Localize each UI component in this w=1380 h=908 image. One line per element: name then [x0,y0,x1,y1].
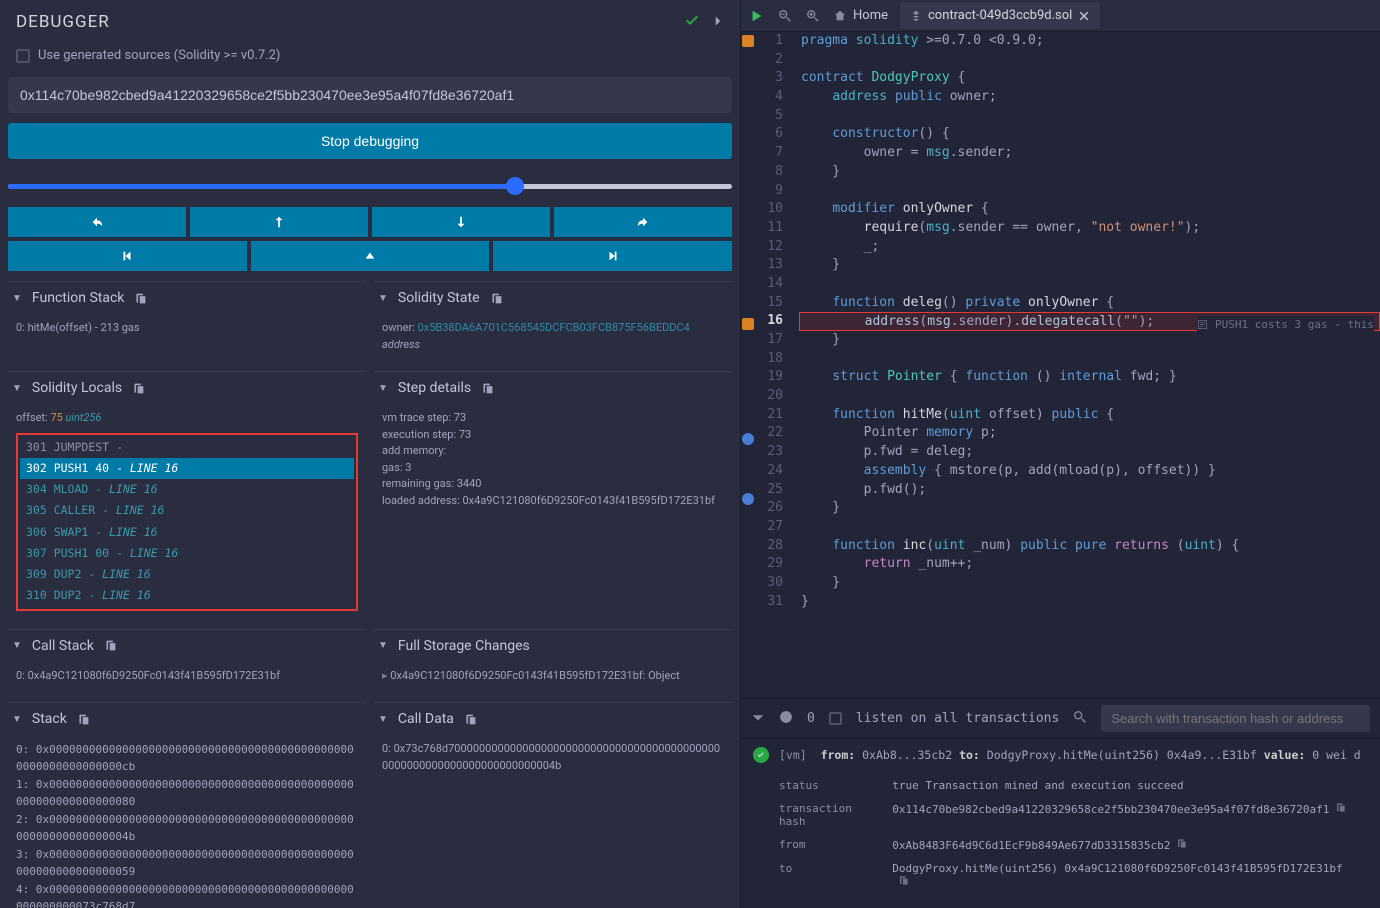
stack-header[interactable]: ▼ Stack [8,702,366,735]
copy-icon[interactable] [481,382,494,395]
terminal-search-input[interactable] [1101,705,1370,732]
step-back-button[interactable] [8,207,186,237]
use-generated-sources-label: Use generated sources (Solidity >= v0.7.… [38,48,280,63]
opcode-row[interactable]: 309 DUP2 - LINE 16 [20,564,354,585]
transaction-hash-input[interactable] [8,77,732,113]
jump-prev-button[interactable] [8,241,247,271]
home-tab[interactable]: Home [833,8,888,23]
step-details-panel: ▼ Step details vm trace step: 73 executi… [374,371,732,621]
step-slider[interactable] [8,179,732,193]
terminal-clear-icon[interactable] [779,710,793,727]
run-icon[interactable] [749,8,765,24]
stack-row: 2: 0x00000000000000000000000000000000000… [16,811,358,846]
terminal-toggle-icon[interactable] [751,710,765,727]
check-icon[interactable] [684,13,700,32]
terminal: 0 listen on all transactions [vm] from: … [741,698,1380,908]
editor-tabs: Home contract-049d3ccb9d.sol [741,0,1380,32]
copy-icon[interactable] [132,382,145,395]
stop-debugging-button[interactable]: Stop debugging [8,123,732,159]
transaction-log-line[interactable]: [vm] from: 0xAb8...35cb2 to: DodgyProxy.… [753,747,1368,763]
breakpoint-button[interactable] [251,241,490,271]
opcode-row[interactable]: 310 DUP2 - LINE 16 [20,585,354,606]
solidity-state-header[interactable]: ▼ Solidity State [374,281,732,314]
opcode-row[interactable]: 304 MLOAD - LINE 16 [20,479,354,500]
chevron-right-icon[interactable] [712,15,724,30]
breakpoint-marker[interactable] [742,493,754,505]
debugger-title: DEBUGGER [16,12,110,32]
pending-count: 0 [807,711,815,726]
call-stack-header[interactable]: ▼ Call Stack [8,629,366,662]
stack-row: 3: 0x00000000000000000000000000000000000… [16,846,358,881]
call-data-header[interactable]: ▼ Call Data [374,702,732,735]
stack-panel: ▼ Stack 0: 0x000000000000000000000000000… [8,702,366,908]
full-storage-panel: ▼ Full Storage Changes ▸ 0x4a9C121080f6D… [374,629,732,695]
copy-icon[interactable] [490,292,503,305]
stack-row: 0: 0x00000000000000000000000000000000000… [16,741,358,776]
copy-icon[interactable] [134,292,147,305]
solidity-locals-panel: ▼ Solidity Locals offset: 75 uint256 301… [8,371,366,621]
use-generated-sources-checkbox[interactable] [16,49,30,63]
opcode-row[interactable]: 302 PUSH1 40 - LINE 16 [20,458,354,479]
zoom-out-icon[interactable] [777,8,793,24]
opcode-list: 301 JUMPDEST -302 PUSH1 40 - LINE 16304 … [16,433,358,611]
step-down-button[interactable] [372,207,550,237]
stack-row: 1: 0x00000000000000000000000000000000000… [16,776,358,811]
search-icon[interactable] [1073,710,1087,727]
opcode-row[interactable]: 306 SWAP1 - LINE 16 [20,522,354,543]
call-stack-panel: ▼ Call Stack 0: 0x4a9C121080f6D9250Fc014… [8,629,366,695]
step-up-button[interactable] [190,207,368,237]
call-data-panel: ▼ Call Data 0: 0x73c768d7000000000000000… [374,702,732,908]
step-details-header[interactable]: ▼ Step details [374,371,732,404]
copy-icon[interactable] [1335,802,1346,813]
file-tab[interactable]: contract-049d3ccb9d.sol [900,2,1100,29]
solidity-locals-header[interactable]: ▼ Solidity Locals [8,371,366,404]
editor-panel: Home contract-049d3ccb9d.sol 12345678910… [740,0,1380,908]
success-icon [753,747,769,763]
warning-marker[interactable] [742,35,754,47]
close-tab-icon[interactable] [1078,10,1090,22]
breakpoint-marker[interactable] [742,433,754,445]
copy-icon[interactable] [77,713,90,726]
zoom-in-icon[interactable] [805,8,821,24]
opcode-row[interactable]: 307 PUSH1 00 - LINE 16 [20,543,354,564]
copy-icon[interactable] [1176,838,1187,849]
copy-icon[interactable] [464,713,477,726]
solidity-state-panel: ▼ Solidity State owner: 0x5B38DA6A701C56… [374,281,732,363]
transaction-details-table: statustrue Transaction mined and executi… [777,773,1368,895]
copy-icon[interactable] [104,639,117,652]
debugger-panel: DEBUGGER Use generated sources (Solidity… [0,0,740,908]
listen-label: listen on all transactions [856,711,1060,726]
copy-icon[interactable] [898,875,909,886]
function-stack-header[interactable]: ▼ Function Stack [8,281,366,314]
inline-hint: PUSH1 costs 3 gas - this [1197,316,1374,335]
stack-row: 4: 0x00000000000000000000000000000000000… [16,881,358,908]
opcode-row[interactable]: 305 CALLER - LINE 16 [20,500,354,521]
function-stack-panel: ▼ Function Stack 0: hitMe(offset) - 213 … [8,281,366,363]
opcode-row[interactable]: 301 JUMPDEST - [20,437,354,458]
full-storage-header[interactable]: ▼ Full Storage Changes [374,629,732,662]
listen-checkbox[interactable] [829,712,842,725]
code-editor[interactable]: 1234567891011121314151617181920212223242… [741,32,1380,698]
step-forward-button[interactable] [554,207,732,237]
function-stack-row: 0: hitMe(offset) - 213 gas [16,320,358,337]
warning-marker[interactable] [742,318,754,330]
jump-next-button[interactable] [493,241,732,271]
